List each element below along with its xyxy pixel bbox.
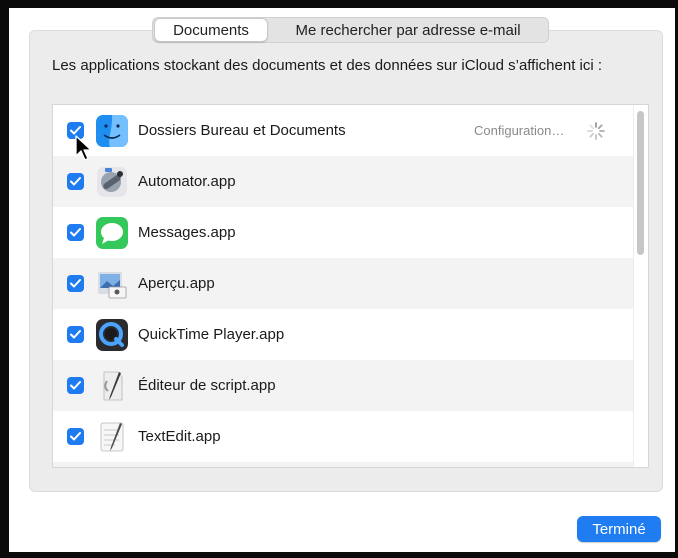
mouse-pointer-icon xyxy=(75,135,92,161)
messages-icon xyxy=(94,215,130,251)
script-editor-icon xyxy=(94,368,130,404)
list-item: Éditeur de script.app xyxy=(53,360,633,411)
automator-icon xyxy=(94,164,130,200)
scrollbar-thumb[interactable] xyxy=(637,111,644,255)
preview-icon xyxy=(94,266,130,302)
list-item xyxy=(53,462,633,467)
quicktime-icon xyxy=(94,317,130,353)
description-text: Les applications stockant des documents … xyxy=(52,57,603,74)
app-label: Éditeur de script.app xyxy=(138,377,276,394)
textedit-icon xyxy=(94,419,130,455)
checkmark-icon xyxy=(70,330,81,339)
checkbox-automator[interactable] xyxy=(67,173,84,190)
tab-documents[interactable]: Documents xyxy=(154,18,268,42)
list-item: TextEdit.app xyxy=(53,411,633,462)
tab-find-by-email[interactable]: Me rechercher par adresse e-mail xyxy=(268,18,548,42)
list-item: Automator.app xyxy=(53,156,633,207)
checkmark-icon xyxy=(70,279,81,288)
app-list: Dossiers Bureau et Documents Configurati… xyxy=(52,104,649,468)
configuration-status: Configuration… xyxy=(474,123,565,138)
app-label: Automator.app xyxy=(138,173,236,190)
app-label: Aperçu.app xyxy=(138,275,215,292)
checkbox-preview[interactable] xyxy=(67,275,84,292)
done-button[interactable]: Terminé xyxy=(577,516,661,542)
checkmark-icon xyxy=(70,228,81,237)
list-item: Messages.app xyxy=(53,207,633,258)
spinner-icon xyxy=(587,121,605,140)
checkbox-quicktime[interactable] xyxy=(67,326,84,343)
checkmark-icon xyxy=(70,177,81,186)
finder-icon xyxy=(94,113,130,149)
list-item: Aperçu.app xyxy=(53,258,633,309)
checkbox-messages[interactable] xyxy=(67,224,84,241)
checkbox-textedit[interactable] xyxy=(67,428,84,445)
app-label: Dossiers Bureau et Documents xyxy=(138,122,346,139)
segmented-control: Documents Me rechercher par adresse e-ma… xyxy=(152,17,549,43)
checkmark-icon xyxy=(70,432,81,441)
list-item: Dossiers Bureau et Documents Configurati… xyxy=(53,105,633,156)
app-label: Messages.app xyxy=(138,224,236,241)
checkmark-icon xyxy=(70,381,81,390)
checkbox-script-editor[interactable] xyxy=(67,377,84,394)
app-label: TextEdit.app xyxy=(138,428,221,445)
app-label: QuickTime Player.app xyxy=(138,326,285,343)
list-item: QuickTime Player.app xyxy=(53,309,633,360)
